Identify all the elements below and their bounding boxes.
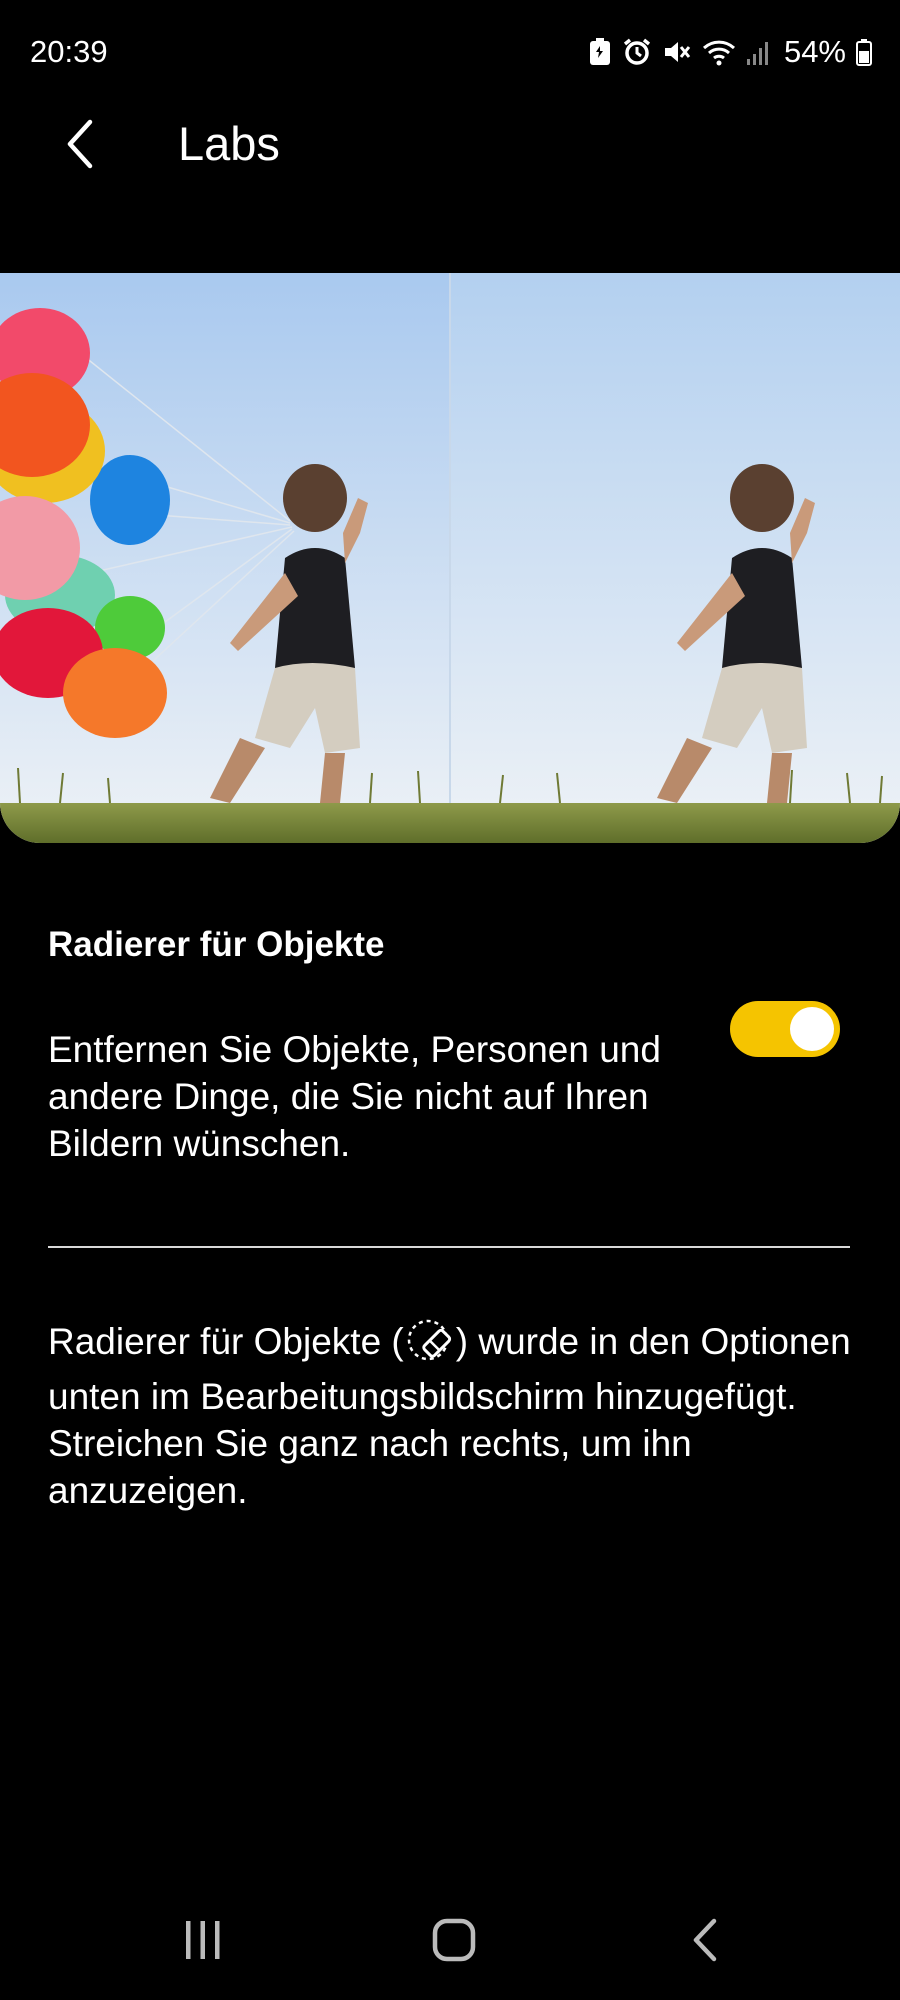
info-text-before: Radierer für Objekte ( [48,1321,404,1362]
toggle-knob [790,1007,834,1051]
after-image [450,273,900,843]
navigation-bar [0,1880,900,2000]
object-eraser-toggle[interactable] [730,1001,840,1057]
back-icon [693,1918,717,1962]
status-time: 20:39 [30,34,108,69]
chevron-left-icon [67,119,93,169]
battery-saver-icon [588,37,612,67]
back-button[interactable] [52,108,108,180]
mute-icon [662,37,692,67]
object-eraser-icon [404,1318,456,1373]
recent-apps-icon [186,1921,220,1959]
page-title: Labs [178,117,280,170]
info-text: Radierer für Objekte () wurde in den Opt… [48,1318,868,1514]
nav-back-button[interactable] [666,1900,746,1980]
status-icons: 54% [588,32,872,72]
wifi-icon [702,37,736,67]
battery-icon [856,37,872,67]
setting-description: Entfernen Sie Objekte, Personen und ande… [48,1029,661,1164]
alarm-icon [622,37,652,67]
home-button[interactable] [414,1900,494,1980]
battery-percentage: 54% [783,34,846,69]
recent-apps-button[interactable] [163,1900,243,1980]
status-bar: 20:39 54% [0,0,900,100]
setting-title: Radierer für Objekte [48,925,385,964]
signal-icon [746,37,770,67]
home-icon [432,1918,476,1962]
feature-illustration [0,273,900,843]
divider [48,1246,850,1248]
